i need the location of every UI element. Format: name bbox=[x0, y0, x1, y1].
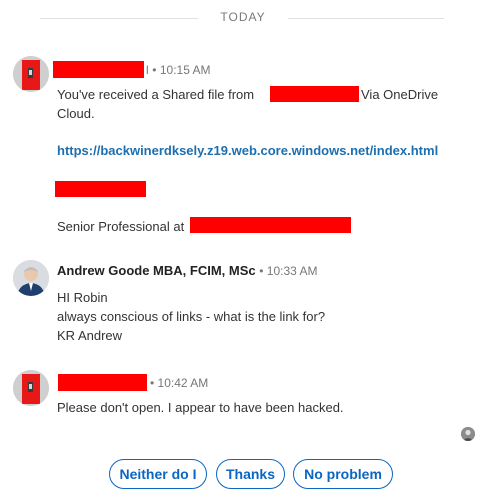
message-text-line: Cloud. bbox=[57, 106, 95, 121]
message-time: 10:33 AM bbox=[266, 264, 318, 278]
divider-line-right bbox=[288, 18, 444, 19]
message-time: 10:15 AM bbox=[159, 63, 211, 77]
day-label: TODAY bbox=[220, 10, 266, 24]
message-text-line: HI Robin bbox=[57, 290, 108, 305]
separator-dot: • bbox=[150, 376, 158, 390]
redacted-sender bbox=[270, 86, 359, 102]
redacted-company bbox=[190, 217, 351, 233]
message-text-line: Via OneDrive bbox=[361, 87, 438, 102]
message-header: • 10:42 AM bbox=[150, 375, 208, 390]
sender-avatar[interactable] bbox=[13, 56, 49, 92]
name-fragment: l bbox=[146, 63, 149, 77]
text-fragment: Via OneDrive bbox=[361, 87, 439, 102]
message-text-line: You've received a Shared file from bbox=[57, 87, 254, 102]
avatar-image-icon bbox=[13, 370, 49, 406]
redacted-sender-name bbox=[53, 61, 144, 78]
quick-reply-neither-do-i[interactable]: Neither do I bbox=[109, 459, 207, 489]
redacted-name bbox=[55, 181, 146, 197]
message-text-line: Please don't open. I appear to have been… bbox=[57, 400, 344, 415]
message-header: l • 10:15 AM bbox=[146, 62, 211, 77]
divider-line-left bbox=[40, 18, 198, 19]
redacted-sender-name bbox=[58, 374, 147, 391]
phishing-link[interactable]: https://backwinerdksely.z19.web.core.win… bbox=[57, 143, 438, 158]
message-text-line: KR Andrew bbox=[57, 328, 123, 343]
day-divider: TODAY bbox=[0, 8, 484, 28]
sender-name[interactable]: Andrew Goode MBA, FCIM, MSc bbox=[57, 263, 256, 278]
message-time: 10:42 AM bbox=[157, 376, 209, 390]
seen-avatar-icon bbox=[461, 427, 475, 441]
seen-receipt-avatar bbox=[461, 427, 475, 441]
text-fragment: You've received a Shared file from bbox=[57, 87, 255, 102]
message-text-line: always conscious of links - what is the … bbox=[57, 309, 326, 324]
quick-reply-thanks[interactable]: Thanks bbox=[216, 459, 285, 489]
avatar-image-icon bbox=[13, 56, 49, 92]
message-link-line: https://backwinerdksely.z19.web.core.win… bbox=[57, 143, 438, 158]
sender-avatar[interactable] bbox=[13, 370, 49, 406]
message-header: Andrew Goode MBA, FCIM, MSc • 10:33 AM bbox=[57, 263, 318, 278]
separator-dot: • bbox=[259, 264, 267, 278]
profile-photo-icon bbox=[13, 260, 49, 296]
quick-reply-no-problem[interactable]: No problem bbox=[293, 459, 393, 489]
sender-avatar[interactable] bbox=[13, 260, 49, 296]
signature-line: Senior Professional at bbox=[57, 219, 185, 234]
quick-replies: Neither do I Thanks No problem bbox=[0, 459, 484, 491]
separator-dot: • bbox=[152, 63, 160, 77]
